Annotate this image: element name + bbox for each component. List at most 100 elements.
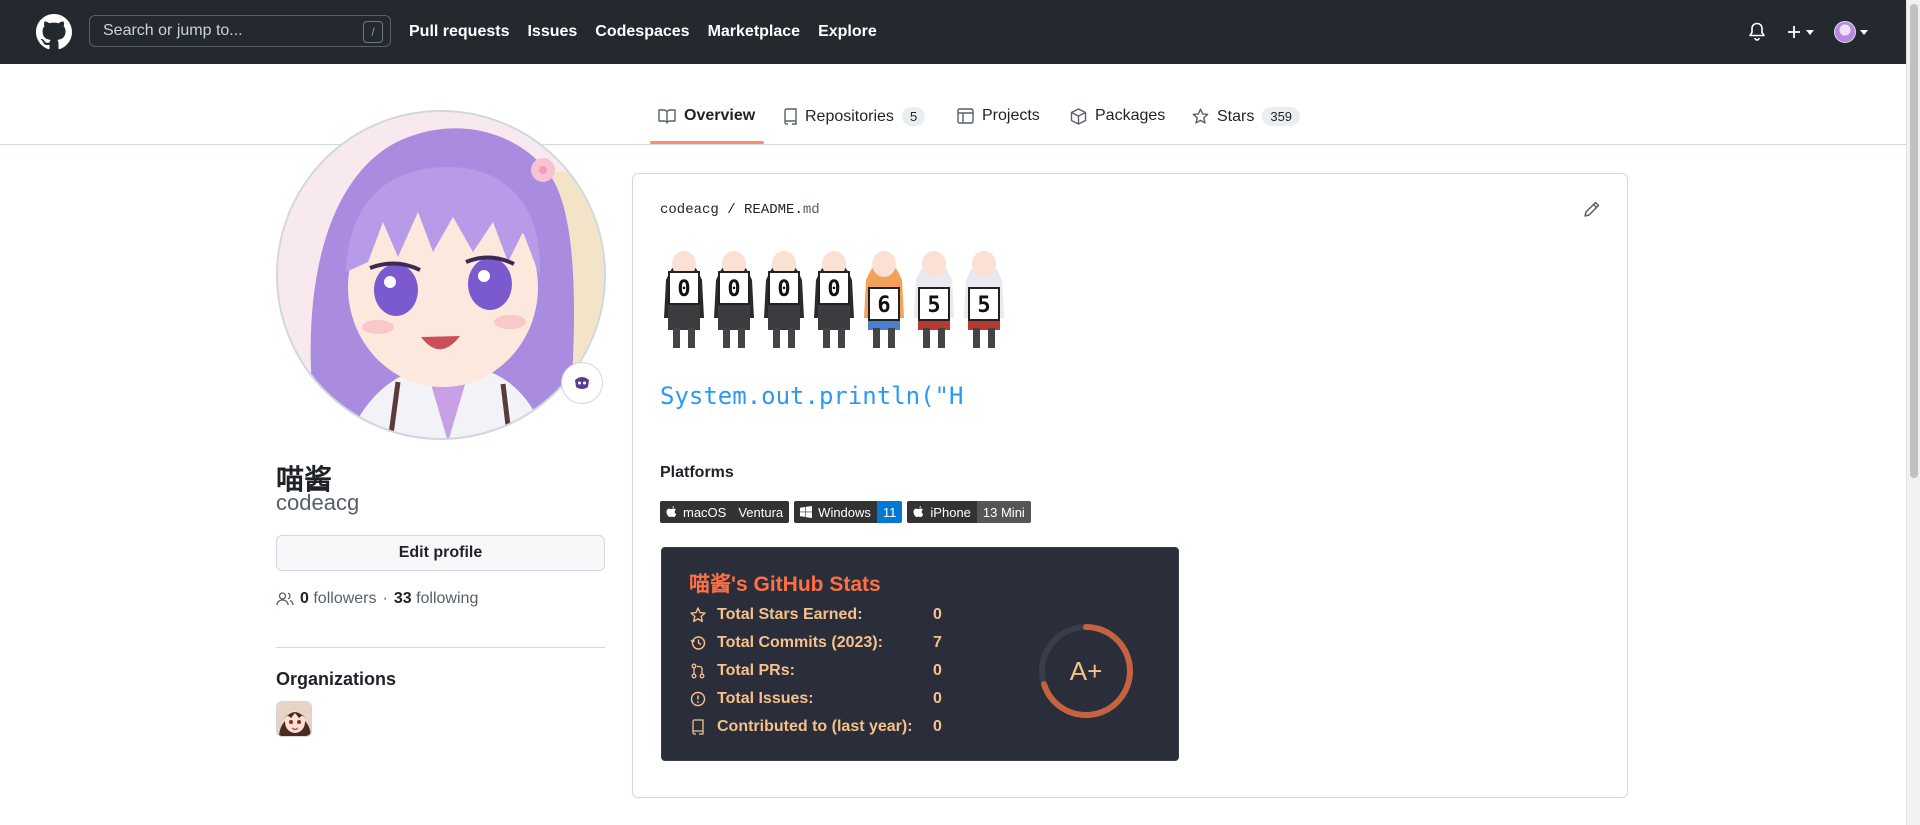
platform-badges: macOS Ventura Windows 11 iPhone 13 Mini xyxy=(660,501,1031,523)
badge-windows[interactable]: Windows 11 xyxy=(794,501,903,523)
user-menu-button[interactable] xyxy=(1834,0,1868,64)
package-icon xyxy=(1070,107,1087,125)
star-icon xyxy=(1192,108,1209,124)
notifications-button[interactable] xyxy=(1748,0,1770,64)
counter-digit: 6 xyxy=(877,293,890,318)
tab-repositories-label: Repositories xyxy=(805,107,894,125)
book-icon xyxy=(658,109,676,124)
tab-projects-label: Projects xyxy=(982,107,1040,124)
counter-digit: 0 xyxy=(827,277,840,302)
issue-icon xyxy=(689,690,707,708)
profile-tabs: Overview Repositories 5 Projects Package… xyxy=(0,64,1906,145)
active-tab-indicator xyxy=(650,141,764,144)
tab-projects[interactable]: Projects xyxy=(957,107,1040,125)
counter-digit: 0 xyxy=(677,277,690,302)
org-avatar-image xyxy=(277,702,311,736)
nav-issues[interactable]: Issues xyxy=(527,23,577,41)
create-new-button[interactable] xyxy=(1786,0,1814,64)
counter-digit: 0 xyxy=(777,277,790,302)
readme-extension: md xyxy=(802,202,820,218)
readme-owner-link[interactable]: codeacg xyxy=(660,202,719,218)
badge-iphone-left: iPhone xyxy=(907,501,977,523)
pull-request-icon xyxy=(689,662,707,680)
readme-card: codeacg / README.md 0 0 0 0 6 5 5 System.out.p… xyxy=(632,173,1628,798)
followers-label: followers xyxy=(313,590,377,607)
tab-overview[interactable]: Overview xyxy=(658,107,755,125)
badge-macos-version: Ventura xyxy=(732,501,790,523)
tab-repositories[interactable]: Repositories 5 xyxy=(783,107,926,126)
organization-avatar[interactable] xyxy=(276,701,312,737)
profile-avatar[interactable] xyxy=(276,110,606,440)
star-icon xyxy=(689,606,707,624)
counter-digit: 0 xyxy=(727,277,740,302)
counter-digit: 5 xyxy=(977,293,990,318)
repo-icon xyxy=(784,108,797,125)
history-icon xyxy=(689,634,707,652)
follow-separator: · xyxy=(382,590,388,607)
top-header: Search or jump to... / Pull requests Iss… xyxy=(0,0,1906,64)
stat-row-prs: Total PRs: 0 xyxy=(689,662,942,680)
readme-path: codeacg / README.md xyxy=(660,202,820,218)
set-status-button[interactable] xyxy=(561,362,603,404)
rank-circle: A+ xyxy=(1039,624,1133,718)
stats-title: 喵酱's GitHub Stats xyxy=(689,573,881,596)
rank-grade: A+ xyxy=(1070,656,1103,686)
stat-value: 0 xyxy=(933,606,942,623)
windows-icon xyxy=(800,506,813,518)
badge-macos-left: macOS xyxy=(660,501,733,523)
sidebar-divider xyxy=(276,647,605,648)
typing-code-text: System.out.println("H xyxy=(660,382,964,410)
search-shortcut-key: / xyxy=(363,21,383,43)
stat-label: Total Stars Earned: xyxy=(717,606,863,623)
bell-icon xyxy=(1749,22,1765,41)
follow-stats: 0 followers · 33 following xyxy=(276,590,478,608)
stat-value: 7 xyxy=(933,634,942,651)
user-avatar-small xyxy=(1834,21,1856,43)
tab-stars[interactable]: Stars 359 xyxy=(1192,107,1301,126)
readme-file-link[interactable]: README.md xyxy=(744,202,820,218)
people-icon xyxy=(276,592,294,606)
followers-link[interactable]: 0 followers xyxy=(300,590,377,608)
edit-profile-button[interactable]: Edit profile xyxy=(276,535,605,571)
table-icon xyxy=(957,108,974,124)
page-scrollbar[interactable] xyxy=(1906,0,1920,825)
stars-count-badge: 359 xyxy=(1262,107,1301,126)
search-input[interactable]: Search or jump to... / xyxy=(89,15,391,47)
nav-codespaces[interactable]: Codespaces xyxy=(595,23,689,41)
stat-row-issues: Total Issues: 0 xyxy=(689,690,942,708)
nav-marketplace[interactable]: Marketplace xyxy=(708,23,801,41)
edit-readme-pencil-icon[interactable] xyxy=(1583,200,1601,218)
badge-windows-left: Windows xyxy=(794,501,877,523)
badge-macos-label: macOS xyxy=(683,504,727,520)
counter-character: 0 xyxy=(764,251,804,348)
counter-character: 6 xyxy=(864,251,904,348)
badge-iphone[interactable]: iPhone 13 Mini xyxy=(907,501,1031,523)
stat-value: 0 xyxy=(933,718,942,735)
following-link[interactable]: 33 following xyxy=(394,590,479,608)
tab-packages[interactable]: Packages xyxy=(1070,107,1165,125)
counter-character: 0 xyxy=(814,251,854,348)
scrollbar-thumb[interactable] xyxy=(1910,4,1918,478)
counter-digit: 5 xyxy=(927,293,940,318)
anime-avatar-image xyxy=(278,112,604,438)
stat-row-commits: Total Commits (2023): 7 xyxy=(689,634,942,652)
organizations-heading: Organizations xyxy=(276,669,397,689)
search-placeholder: Search or jump to... xyxy=(103,22,243,39)
stat-value: 0 xyxy=(933,662,942,679)
global-nav: Pull requests Issues Codespaces Marketpl… xyxy=(409,0,877,64)
badge-macos[interactable]: macOS Ventura xyxy=(660,501,790,523)
following-label: following xyxy=(416,590,479,607)
github-logo-icon[interactable] xyxy=(36,14,72,50)
stat-label: Total PRs: xyxy=(717,662,795,679)
apple-icon xyxy=(666,505,677,517)
nav-explore[interactable]: Explore xyxy=(818,23,877,41)
github-profile-page: Search or jump to... / Pull requests Iss… xyxy=(0,0,1920,825)
stat-row-contributed: Contributed to (last year): 0 xyxy=(689,718,942,736)
counter-character: 0 xyxy=(664,251,704,348)
nav-pull-requests[interactable]: Pull requests xyxy=(409,23,509,41)
counter-character: 5 xyxy=(914,251,954,348)
badge-windows-version: 11 xyxy=(876,501,903,523)
stat-value: 0 xyxy=(933,690,942,707)
readme-path-separator: / xyxy=(727,202,736,218)
badge-iphone-label: iPhone xyxy=(930,504,971,520)
